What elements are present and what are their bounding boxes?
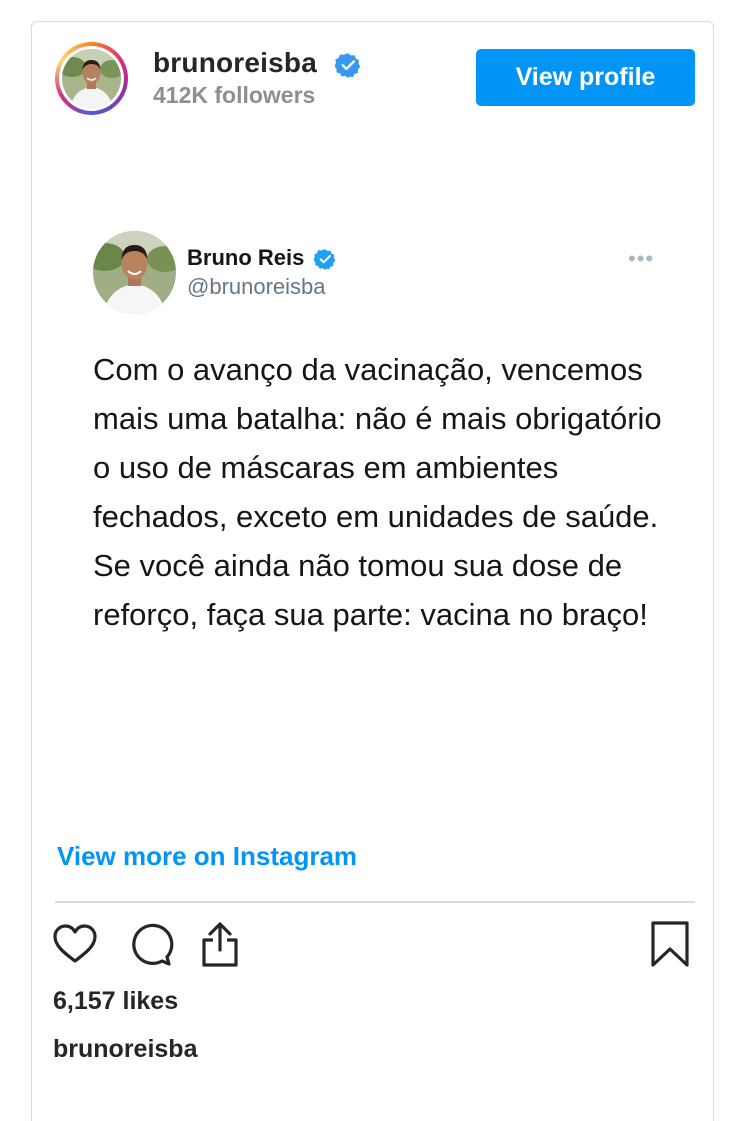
tweet-verified-icon bbox=[314, 249, 336, 270]
view-profile-button[interactable]: View profile bbox=[476, 49, 695, 106]
tweet-handle: @brunoreisba bbox=[187, 274, 326, 299]
tweet-avatar bbox=[93, 231, 176, 314]
instagram-embed-card: brunoreisba 412K followers View profile … bbox=[31, 21, 714, 1121]
profile-avatar[interactable] bbox=[55, 42, 128, 115]
comment-icon[interactable] bbox=[126, 920, 174, 968]
tweet-display-name: Bruno Reis bbox=[187, 245, 305, 270]
profile-username[interactable]: brunoreisba bbox=[153, 47, 317, 79]
divider bbox=[55, 901, 695, 903]
bookmark-icon[interactable] bbox=[646, 920, 694, 968]
view-more-link[interactable]: View more on Instagram bbox=[57, 841, 357, 872]
like-count[interactable]: 6,157 likes bbox=[53, 987, 178, 1016]
caption-username[interactable]: brunoreisba bbox=[53, 1035, 197, 1064]
follower-count: 412K followers bbox=[153, 82, 316, 108]
more-options-icon: ••• bbox=[628, 246, 655, 271]
share-icon[interactable] bbox=[196, 920, 244, 968]
tweet-text: Com o avanço da vacinação, vencemos mais… bbox=[93, 352, 662, 632]
heart-icon[interactable] bbox=[51, 920, 99, 968]
verified-badge-icon bbox=[335, 53, 361, 78]
